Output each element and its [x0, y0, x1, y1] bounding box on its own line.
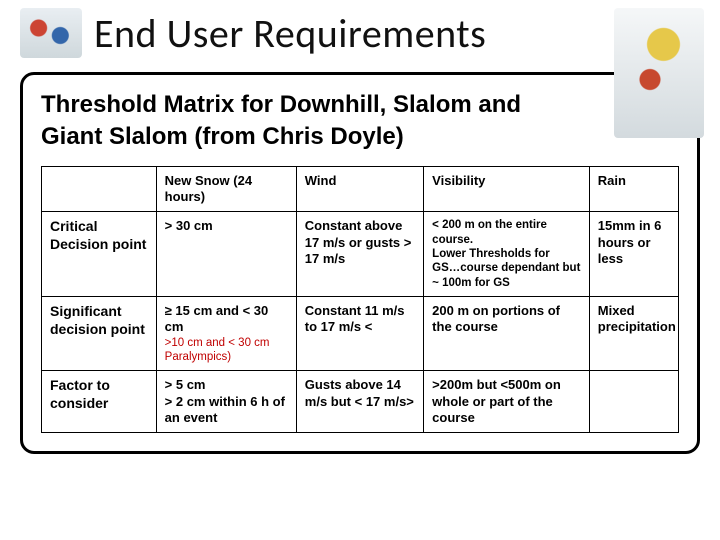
cell-text: Constant 11 m/s to 17 m/s <: [305, 303, 405, 334]
col-new-snow: New Snow (24 hours): [156, 166, 296, 212]
cell-wind: Gusts above 14 m/s but < 17 m/s>: [296, 371, 423, 433]
row-label: Factor to consider: [42, 371, 157, 433]
cell-text: Mixed precipitation: [598, 303, 676, 334]
cell-snow: > 5 cm > 2 cm within 6 h of an event: [156, 371, 296, 433]
cell-rain: [589, 371, 678, 433]
cell-visibility: < 200 m on the entire course. Lower Thre…: [424, 212, 590, 297]
cell-text: Constant above 17 m/s or gusts > 17 m/s: [305, 218, 412, 266]
row-label: Significant decision point: [42, 297, 157, 371]
vis-line1: < 200 m on the entire course.: [432, 219, 547, 245]
table-header-row: New Snow (24 hours) Wind Visibility Rain: [42, 166, 679, 212]
cell-rain: 15mm in 6 hours or less: [589, 212, 678, 297]
page-title: End User Requirements: [94, 9, 486, 58]
cell-rain: Mixed precipitation: [589, 297, 678, 371]
snow-line2: > 2 cm within 6 h of an event: [165, 394, 285, 425]
threshold-matrix-table: New Snow (24 hours) Wind Visibility Rain…: [41, 166, 679, 433]
skier-thumbnail-left: [20, 8, 82, 58]
snow-line2-paralympics: >10 cm and < 30 cm Paralympics): [165, 336, 288, 365]
cell-snow: > 30 cm: [156, 212, 296, 297]
cell-text: 200 m on portions of the course: [432, 303, 560, 334]
col-visibility: Visibility: [424, 166, 590, 212]
snow-line1: > 5 cm: [165, 377, 206, 392]
col-rain: Rain: [589, 166, 678, 212]
snow-line1: ≥ 15 cm and < 30 cm: [165, 303, 269, 334]
panel-subtitle: Threshold Matrix for Downhill, Slalom an…: [41, 89, 581, 154]
row-critical: Critical Decision point > 30 cm Constant…: [42, 212, 679, 297]
cell-wind: Constant above 17 m/s or gusts > 17 m/s: [296, 212, 423, 297]
col-blank: [42, 166, 157, 212]
cell-visibility: 200 m on portions of the course: [424, 297, 590, 371]
cell-text: 15mm in 6 hours or less: [598, 218, 662, 266]
cell-text: >200m but <500m on whole or part of the …: [432, 377, 561, 425]
cell-snow: ≥ 15 cm and < 30 cm >10 cm and < 30 cm P…: [156, 297, 296, 371]
col-wind: Wind: [296, 166, 423, 212]
cell-text: Gusts above 14 m/s but < 17 m/s>: [305, 377, 414, 408]
cell-wind: Constant 11 m/s to 17 m/s <: [296, 297, 423, 371]
content-panel: Threshold Matrix for Downhill, Slalom an…: [20, 72, 700, 454]
row-factor: Factor to consider > 5 cm > 2 cm within …: [42, 371, 679, 433]
vis-line2: Lower Thresholds for GS…course dependant…: [432, 248, 580, 289]
row-label: Critical Decision point: [42, 212, 157, 297]
skier-thumbnail-right: [614, 8, 704, 138]
cell-text: > 30 cm: [165, 218, 213, 233]
row-significant: Significant decision point ≥ 15 cm and <…: [42, 297, 679, 371]
cell-visibility: >200m but <500m on whole or part of the …: [424, 371, 590, 433]
